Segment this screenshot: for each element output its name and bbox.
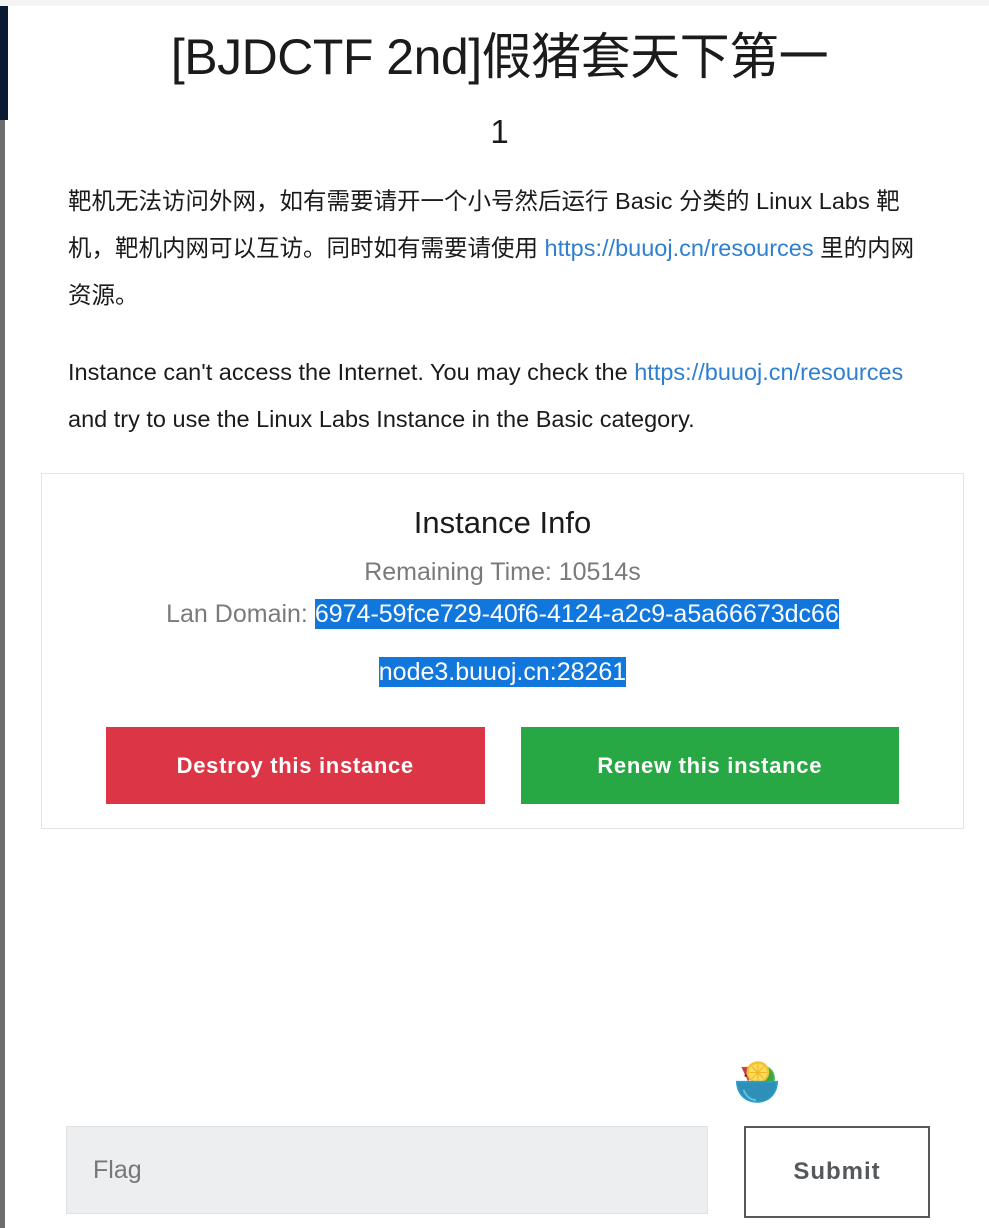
instance-action-buttons: Destroy this instance Renew this instanc… — [58, 727, 947, 804]
renew-instance-button[interactable]: Renew this instance — [520, 727, 899, 804]
page-content: [BJDCTF 2nd]假猪套天下第一 1 靶机无法访问外网，如有需要请开一个小… — [10, 6, 989, 829]
remaining-time-row: Remaining Time: 10514s — [58, 556, 947, 589]
salad-bowl-icon — [736, 1061, 778, 1103]
resources-link-chinese[interactable]: https://buuoj.cn/resources — [545, 235, 814, 261]
description-block: 靶机无法访问外网，如有需要请开一个小号然后运行 Basic 分类的 Linux … — [10, 178, 989, 443]
destroy-instance-button[interactable]: Destroy this instance — [106, 727, 485, 804]
lan-domain-row: Lan Domain: 6974-59fce729-40f6-4124-a2c9… — [58, 593, 947, 635]
remaining-time-label: Remaining Time: — [364, 558, 559, 586]
lan-domain-value[interactable]: 6974-59fce729-40f6-4124-a2c9-a5a66673dc6… — [314, 599, 839, 629]
instance-address-value[interactable]: node3.buuoj.cn:28261 — [378, 657, 627, 687]
page-subtitle: 1 — [490, 113, 509, 150]
page-scrollbar[interactable] — [0, 120, 5, 1228]
instance-info-card: Instance Info Remaining Time: 10514s Lan… — [41, 473, 964, 829]
flag-submit-form: Submit — [66, 1126, 972, 1218]
lan-domain-label: Lan Domain: — [166, 600, 315, 628]
description-english-after: and try to use the Linux Labs Instance i… — [68, 406, 695, 432]
flag-input[interactable] — [66, 1126, 708, 1214]
description-english: Instance can't access the Internet. You … — [68, 349, 931, 443]
instance-info-heading: Instance Info — [413, 505, 592, 540]
description-english-before: Instance can't access the Internet. You … — [68, 359, 635, 385]
page-title: [BJDCTF 2nd]假猪套天下第一 — [170, 29, 829, 85]
description-chinese: 靶机无法访问外网，如有需要请开一个小号然后运行 Basic 分类的 Linux … — [68, 178, 931, 319]
resources-link-english[interactable]: https://buuoj.cn/resources — [634, 359, 903, 385]
remaining-time-value: 10514s — [558, 558, 641, 586]
instance-address-row: node3.buuoj.cn:28261 — [58, 651, 947, 693]
submit-button[interactable]: Submit — [744, 1126, 930, 1218]
site-navbar-edge — [0, 6, 8, 120]
